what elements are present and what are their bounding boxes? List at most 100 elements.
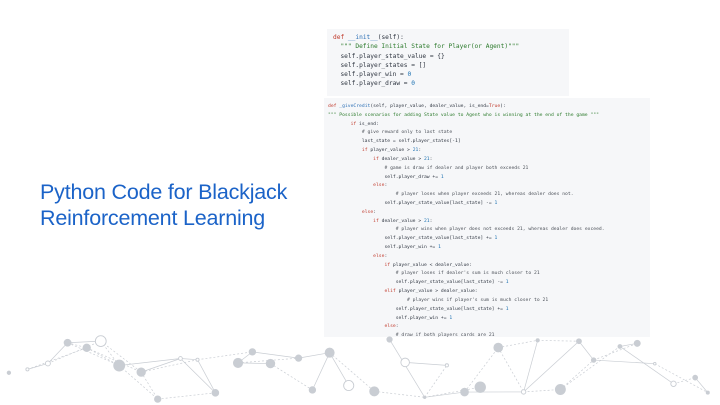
slide: Python Code for Blackjack Reinforcement … bbox=[0, 0, 720, 405]
code-line: """ Define Initial State for Player(or A… bbox=[333, 43, 520, 51]
network-link bbox=[270, 363, 313, 391]
network-link bbox=[673, 377, 696, 385]
code-line: last_state = self.player_states[-1] bbox=[328, 139, 461, 145]
code-line: if player_value > 21: bbox=[361, 148, 422, 154]
title-line-2: Reinforcement Learning bbox=[40, 206, 266, 230]
network-link bbox=[497, 347, 524, 393]
network-node bbox=[63, 338, 72, 347]
network-link bbox=[157, 392, 216, 400]
network-link bbox=[47, 342, 68, 364]
network-node bbox=[422, 395, 427, 399]
network-link bbox=[374, 390, 425, 398]
code-line: if dealer_value > 21: bbox=[373, 218, 433, 224]
code-line: # player wins if player's sum is much cl… bbox=[407, 297, 549, 303]
network-link bbox=[578, 341, 594, 361]
network-node bbox=[692, 374, 699, 381]
network-link bbox=[560, 346, 621, 390]
title-line-1: Python Code for Blackjack bbox=[40, 180, 288, 204]
network-link bbox=[619, 346, 674, 385]
network-node bbox=[195, 357, 200, 362]
network-node bbox=[576, 338, 582, 345]
code-line: if player_value < dealer_value: bbox=[384, 262, 472, 268]
code-block-init: def __init__(self): """ Define Initial S… bbox=[327, 29, 569, 96]
slide-title: Python Code for Blackjack Reinforcement … bbox=[40, 179, 340, 231]
network-node bbox=[493, 342, 504, 353]
network-node bbox=[178, 356, 183, 361]
network-link bbox=[389, 339, 425, 398]
code-line: # player wins when player does not excee… bbox=[395, 227, 605, 233]
code-line: def __init__(self): bbox=[333, 34, 404, 41]
network-node bbox=[94, 335, 107, 347]
code-line: if dealer_value > 21: bbox=[373, 156, 433, 162]
code-line: """ Possible scenarios for adding State … bbox=[328, 112, 599, 118]
network-node bbox=[590, 357, 597, 363]
network-link bbox=[523, 340, 580, 393]
code-line: self.player_win += 1 bbox=[328, 315, 453, 321]
network-node bbox=[324, 347, 335, 358]
network-node bbox=[400, 357, 410, 368]
network-link bbox=[424, 391, 465, 398]
network-link bbox=[523, 389, 561, 393]
network-node bbox=[535, 338, 540, 343]
code-line: else: bbox=[373, 253, 388, 259]
code-line: def _giveCredit(self, player_value, deal… bbox=[328, 104, 506, 109]
network-node bbox=[136, 367, 146, 377]
code-line: self.player_draw = 0 bbox=[333, 80, 415, 88]
network-node bbox=[113, 359, 126, 372]
molecular-network-decoration bbox=[6, 335, 710, 403]
network-link bbox=[654, 363, 708, 393]
network-link bbox=[141, 359, 198, 373]
network-link bbox=[498, 339, 538, 348]
code-line: self.player_win += 1 bbox=[328, 245, 441, 250]
code-line: else: bbox=[361, 209, 376, 215]
network-link bbox=[560, 359, 594, 390]
code-line: self.player_state_value[last_state] -= 1 bbox=[328, 280, 509, 286]
network-node bbox=[265, 358, 276, 369]
network-node bbox=[343, 380, 355, 392]
network-link bbox=[67, 342, 120, 366]
network-link bbox=[593, 343, 638, 361]
network-link bbox=[197, 359, 216, 393]
code-line: self.player_win = 0 bbox=[333, 71, 412, 79]
network-link bbox=[694, 377, 709, 393]
code-line: elif player_value > dealer_value: bbox=[384, 289, 478, 295]
network-node bbox=[154, 395, 162, 403]
network-node bbox=[386, 336, 393, 343]
network-link bbox=[424, 365, 448, 398]
code-line: # give reward only to last state bbox=[361, 130, 453, 136]
network-node bbox=[369, 386, 380, 397]
network-node bbox=[82, 343, 91, 352]
network-node bbox=[211, 389, 220, 397]
network-link bbox=[47, 340, 101, 364]
network-link bbox=[180, 358, 198, 361]
network-link bbox=[329, 352, 350, 386]
code-block-give-credit: def _giveCredit(self, player_value, deal… bbox=[324, 98, 650, 337]
code-line: self.player_state_value[last_state] -= 1 bbox=[328, 200, 498, 206]
network-link bbox=[252, 351, 299, 359]
network-node bbox=[474, 381, 486, 393]
network-node bbox=[705, 390, 710, 395]
network-link bbox=[593, 359, 655, 365]
code-line: self.player_state_value[last_state] += 1 bbox=[328, 306, 509, 312]
network-node bbox=[670, 380, 677, 387]
network-node bbox=[653, 362, 657, 366]
code-line: self.player_state_value = {} bbox=[333, 52, 445, 60]
network-node bbox=[554, 384, 566, 395]
network-node bbox=[248, 348, 257, 356]
network-link bbox=[312, 352, 330, 391]
network-node bbox=[294, 354, 303, 362]
network-link bbox=[523, 340, 539, 393]
code-line: else: bbox=[373, 183, 388, 189]
network-link bbox=[140, 371, 159, 400]
network-node bbox=[44, 360, 51, 367]
network-node bbox=[232, 357, 244, 368]
code-line: self.player_draw += 1 bbox=[328, 174, 444, 180]
code-line: self.player_state_value[last_state] += 1 bbox=[328, 236, 498, 242]
network-link bbox=[180, 358, 216, 394]
network-node bbox=[444, 363, 449, 368]
network-node bbox=[6, 370, 12, 375]
network-node bbox=[520, 389, 527, 395]
code-line: # game is draw if dealer and player both… bbox=[384, 165, 529, 171]
code-line: self.player_states = [] bbox=[333, 61, 427, 69]
code-line: if is_end: bbox=[350, 121, 379, 127]
